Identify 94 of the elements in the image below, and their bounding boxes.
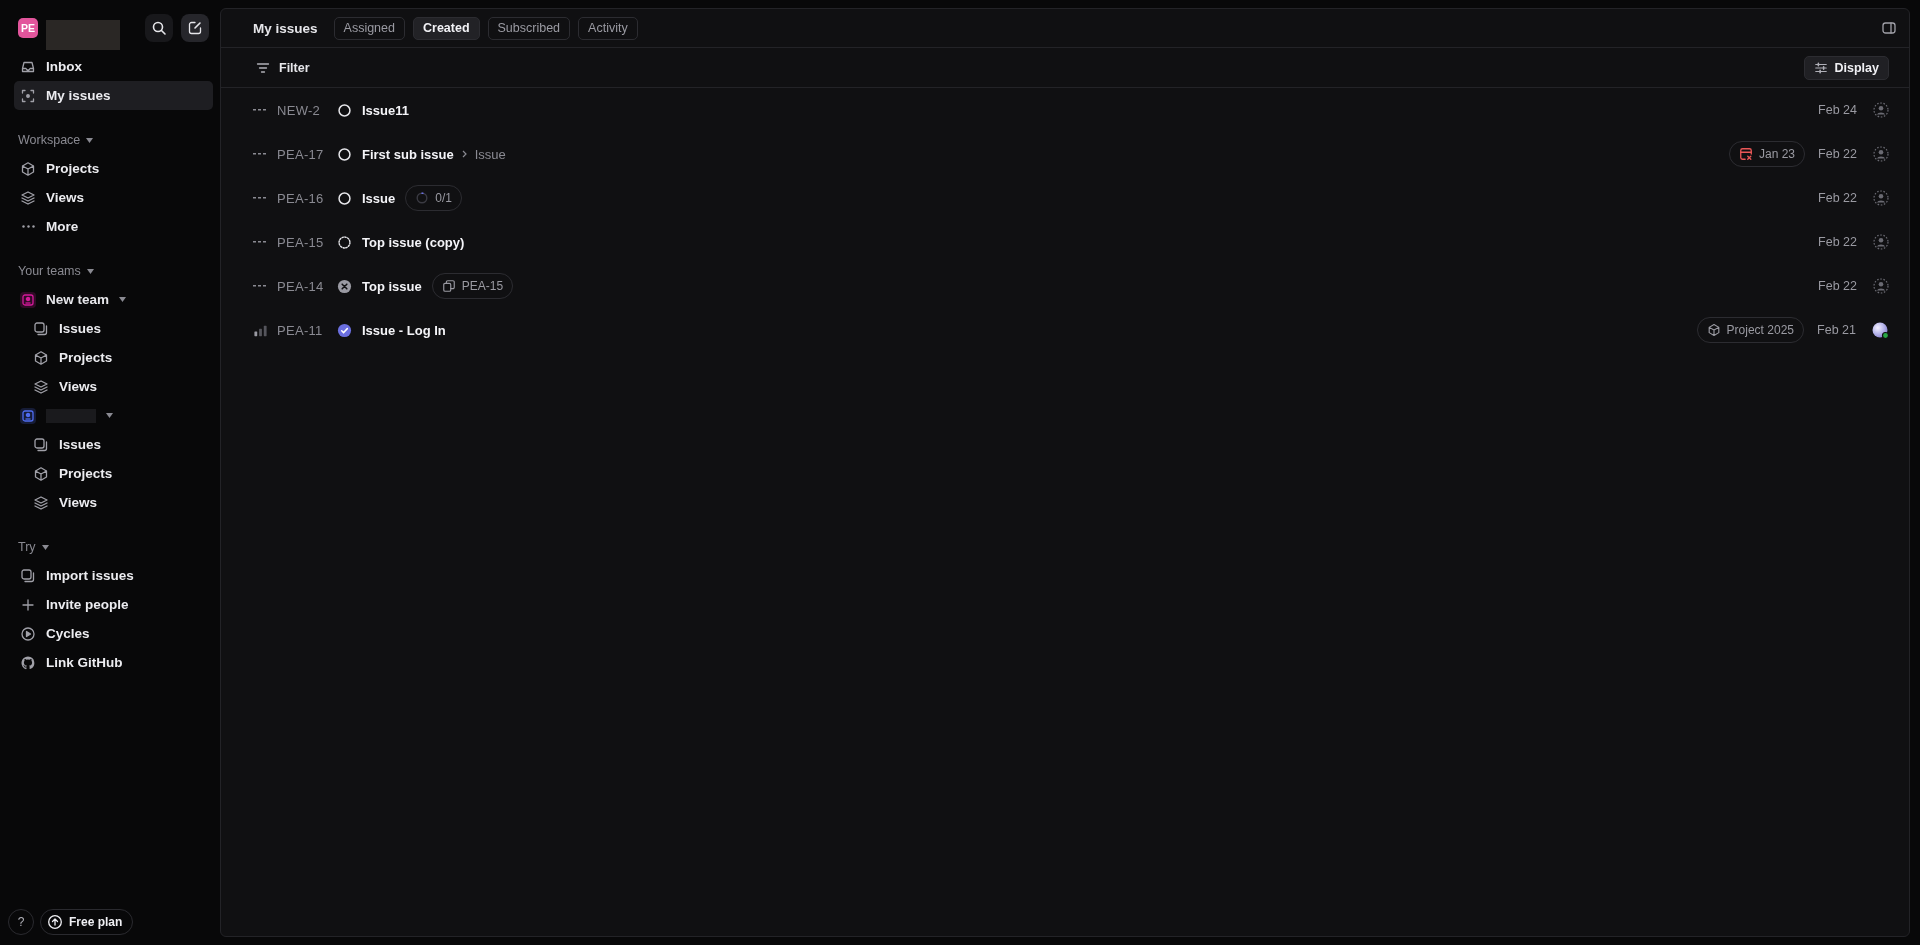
unassigned-icon: [1873, 190, 1889, 206]
compose-icon: [187, 20, 203, 36]
tab[interactable]: Activity: [578, 16, 638, 40]
canceled-icon: [337, 278, 352, 294]
display-button[interactable]: Display: [1803, 55, 1889, 80]
caret-icon: [86, 137, 94, 143]
issue-title: Issue11: [362, 102, 409, 118]
more-icon: [21, 225, 35, 228]
status-circle-icon: [337, 146, 352, 162]
caret-icon: [41, 544, 49, 550]
focus-icon: [20, 87, 36, 104]
sidebar-item[interactable]: Invite people: [14, 590, 213, 619]
cycle-icon: [20, 625, 36, 642]
search-button[interactable]: [145, 14, 173, 42]
panel-toggle-button[interactable]: [1881, 20, 1897, 36]
issue-title: Top issue: [362, 278, 422, 294]
issues-icon: [33, 320, 49, 337]
filter-button[interactable]: Filter: [253, 59, 312, 76]
issue-id: PEA-17: [277, 146, 325, 162]
done-icon: [337, 322, 352, 338]
search-icon: [151, 20, 167, 36]
unassigned-icon: [1873, 234, 1889, 250]
issue-date: Feb 24: [1817, 103, 1857, 117]
cube-icon: [20, 160, 36, 177]
cube-icon: [33, 349, 49, 366]
sidebar-item[interactable]: Projects: [14, 154, 213, 183]
issue-row[interactable]: PEA-16 Issue 0/1 Feb 22: [221, 176, 1909, 220]
team-name[interactable]: New team: [46, 292, 110, 307]
status-circle-icon: [337, 190, 352, 206]
sidebar-item[interactable]: Inbox: [14, 52, 213, 81]
page-title: My issues: [253, 20, 318, 36]
unassigned-icon: [1873, 278, 1889, 294]
duplicate-icon: [441, 279, 456, 293]
sidebar-item[interactable]: Issues: [14, 430, 213, 459]
unassigned-icon: [1873, 146, 1889, 162]
issue-row[interactable]: PEA-15 Top issue (copy) Feb 22: [221, 220, 1909, 264]
sidebar-item[interactable]: Views: [14, 183, 213, 212]
issue-row[interactable]: PEA-11 Issue - Log In Project 2025 Feb 21: [221, 308, 1909, 352]
sidebar-item[interactable]: Link GitHub: [14, 648, 213, 677]
sidebar-panel-icon: [1881, 20, 1897, 36]
tab[interactable]: Created: [413, 16, 480, 40]
section-title[interactable]: Try: [18, 540, 36, 554]
issue-title: Top issue (copy): [362, 234, 465, 250]
issue-date: Feb 21: [1816, 323, 1856, 337]
cube-icon: [1706, 323, 1721, 337]
issue-id: PEA-11: [277, 322, 324, 338]
sidebar-item[interactable]: Issues: [14, 314, 213, 343]
sidebar-item[interactable]: Cycles: [14, 619, 213, 648]
dashed-circle-icon: [337, 234, 352, 250]
sidebar-item[interactable]: More: [14, 212, 213, 241]
sidebar-item[interactable]: Import issues: [14, 561, 213, 590]
section-title[interactable]: Workspace: [18, 133, 81, 147]
issue-title: First sub issue: [362, 146, 454, 162]
issues-icon: [20, 567, 36, 584]
issue-id: NEW-2: [277, 102, 322, 118]
cube-icon: [33, 465, 49, 482]
issue-row[interactable]: PEA-17 First sub issue Issue Jan 23 Feb 22: [221, 132, 1909, 176]
sidebar-item[interactable]: Views: [14, 488, 213, 517]
issue-row[interactable]: PEA-14 Top issue PEA-15 Feb 22: [221, 264, 1909, 308]
new-issue-button[interactable]: [181, 14, 209, 42]
sidebar-item[interactable]: Projects: [14, 459, 213, 488]
issue-id: PEA-14: [277, 278, 325, 294]
unassigned-icon: [1873, 102, 1889, 118]
issue-date: Feb 22: [1817, 191, 1857, 205]
github-icon: [20, 654, 36, 671]
issues-icon: [33, 436, 49, 453]
progress-ring-icon: [415, 191, 430, 205]
sidebar-item[interactable]: Views: [14, 372, 213, 401]
caret-icon: [106, 413, 113, 418]
sliders-icon: [1813, 60, 1828, 75]
issue-date: Feb 22: [1817, 147, 1857, 161]
avatar: [1872, 321, 1889, 339]
status-circle-icon: [337, 102, 352, 118]
upgrade-icon: [47, 914, 63, 930]
issue-id: PEA-15: [277, 234, 325, 250]
parent-issue: Issue: [474, 146, 506, 162]
caret-icon: [86, 268, 94, 274]
sidebar-item[interactable]: My issues: [14, 81, 213, 110]
issue-title: Issue - Log In: [362, 322, 446, 338]
layers-icon: [20, 189, 36, 206]
issue-date: Feb 22: [1817, 235, 1857, 249]
layers-icon: [33, 494, 49, 511]
tab[interactable]: Subscribed: [487, 16, 571, 40]
section-title[interactable]: Your teams: [18, 264, 81, 278]
caret-icon: [119, 297, 127, 302]
issue-id: PEA-16: [277, 190, 325, 206]
issue-title: Issue: [362, 190, 396, 206]
chevron-icon: [461, 150, 467, 158]
issue-row[interactable]: NEW-2 Issue11 Feb 24: [221, 88, 1909, 132]
tab[interactable]: Assigned: [333, 16, 405, 40]
sidebar-item[interactable]: Projects: [14, 343, 213, 372]
calendar-overdue-icon: [1738, 147, 1753, 161]
layers-icon: [33, 378, 49, 395]
issue-date: Feb 22: [1817, 279, 1857, 293]
